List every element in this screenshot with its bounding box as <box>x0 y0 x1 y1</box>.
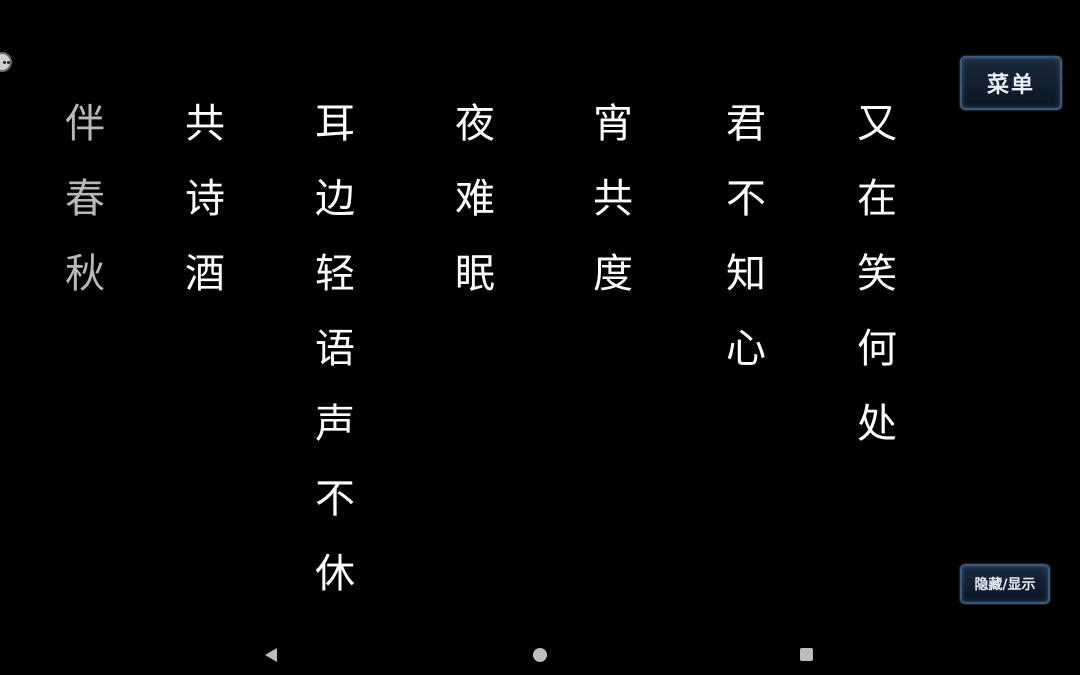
poem-char: 又 <box>857 101 897 147</box>
poem-column-6: 共 诗 酒 <box>175 92 235 317</box>
recent-square-icon[interactable] <box>800 648 813 661</box>
poem-char: 边 <box>315 176 355 222</box>
poem-char: 春 <box>65 176 105 222</box>
poem-char: 处 <box>857 401 897 447</box>
back-triangle-icon[interactable] <box>265 648 277 662</box>
poem-char: 笑 <box>857 251 897 297</box>
poem-column-2: 君 不 知 心 <box>716 92 776 392</box>
poem-char: 夜 <box>455 101 495 147</box>
poem-char: 共 <box>593 176 633 222</box>
menu-button[interactable]: 菜单 <box>960 56 1062 110</box>
poem-char: 酒 <box>185 251 225 297</box>
poem-char: 不 <box>726 176 766 222</box>
vertical-poem: 又 在 笑 何 处 君 不 知 心 宵 共 度 夜 难 眠 耳 边 轻 语 声 … <box>0 0 1080 640</box>
poem-char: 伴 <box>65 101 105 147</box>
system-nav-bar <box>0 630 1080 675</box>
poem-char: 眠 <box>455 251 495 297</box>
poem-column-5: 耳 边 轻 语 声 不 休 <box>305 92 365 617</box>
poem-char: 休 <box>315 551 355 597</box>
poem-char: 知 <box>726 251 766 297</box>
poem-column-7: 伴 春 秋 <box>55 92 115 317</box>
poem-char: 秋 <box>65 251 105 297</box>
poem-char: 何 <box>857 326 897 372</box>
poem-char: 声 <box>315 401 355 447</box>
poem-char: 难 <box>455 176 495 222</box>
poem-column-3: 宵 共 度 <box>583 92 643 317</box>
poem-char: 轻 <box>315 251 355 297</box>
poem-char: 语 <box>315 326 355 372</box>
home-circle-icon[interactable] <box>533 648 547 662</box>
poem-char: 在 <box>857 176 897 222</box>
poem-char: 度 <box>593 251 633 297</box>
poem-char: 宵 <box>593 101 633 147</box>
poem-char: 心 <box>726 326 766 372</box>
poem-char: 诗 <box>185 176 225 222</box>
hide-show-button[interactable]: 隐藏/显示 <box>960 564 1050 604</box>
poem-column-4: 夜 难 眠 <box>445 92 505 317</box>
poem-column-1: 又 在 笑 何 处 <box>847 92 907 467</box>
poem-char: 不 <box>315 476 355 522</box>
poem-char: 君 <box>726 101 766 147</box>
poem-char: 共 <box>185 101 225 147</box>
poem-char: 耳 <box>315 101 355 147</box>
